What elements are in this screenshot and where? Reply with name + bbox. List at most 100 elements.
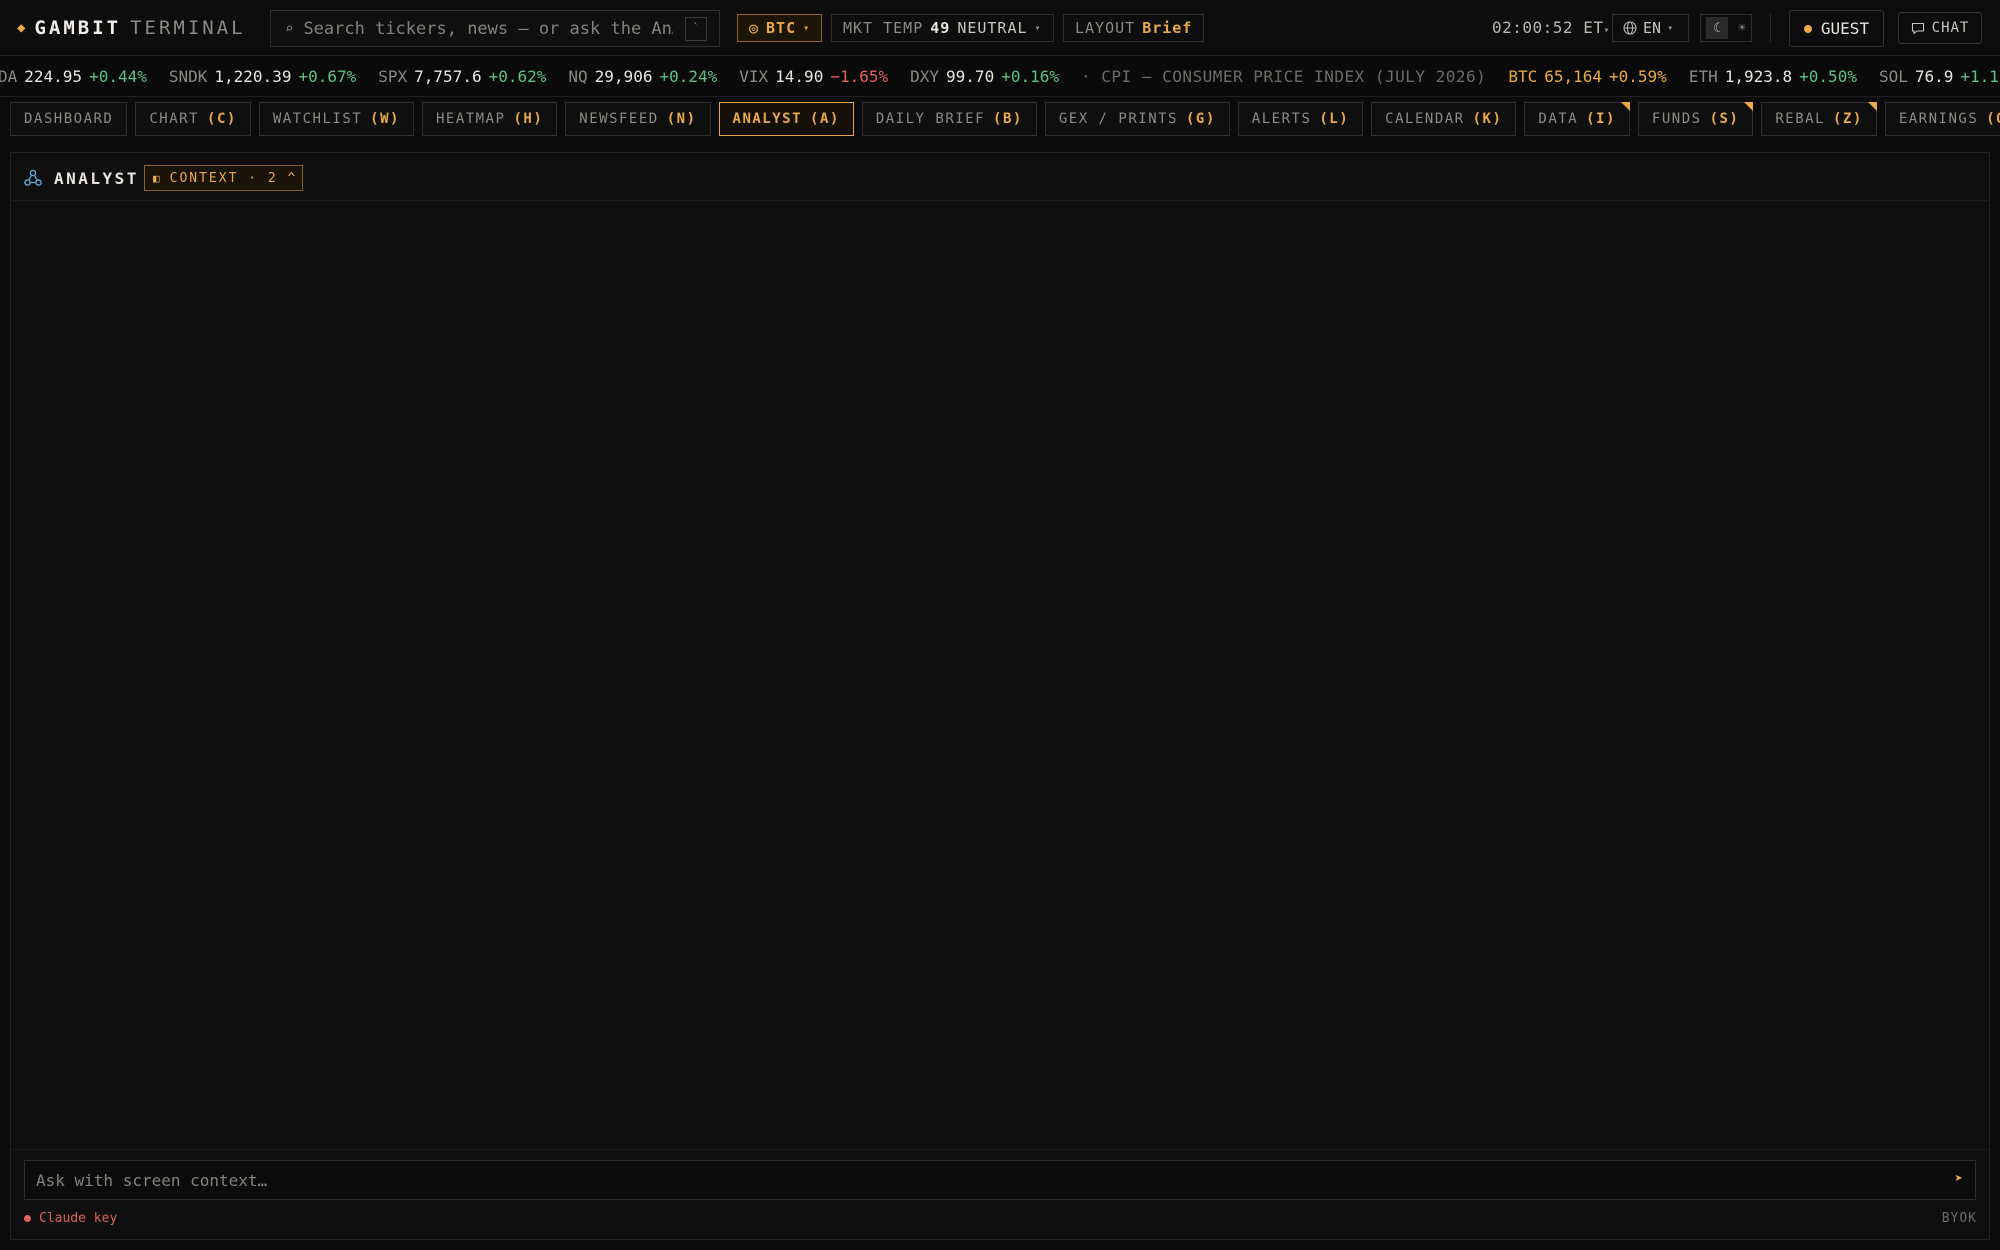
context-label: CONTEXT · 2 ^ <box>169 170 298 186</box>
tab-dashboard[interactable]: DASHBOARD <box>10 102 128 136</box>
chat-label: CHAT <box>1931 20 1970 36</box>
market-temp-state: NEUTRAL <box>957 19 1028 37</box>
chevron-down-icon: ▾ <box>1603 25 1610 36</box>
ticker-price: 7,757.6 <box>414 67 482 86</box>
api-key-label: Claude key <box>39 1211 118 1226</box>
ticker-symbol: SPX <box>378 67 408 86</box>
tab-shortcut: (Z) <box>1833 111 1863 127</box>
moon-icon[interactable]: ☾ <box>1706 17 1729 39</box>
ticker-price: 76.9 <box>1914 67 1954 86</box>
ticker-item[interactable]: VIX 14.90 −1.65% <box>739 67 888 86</box>
divider <box>11 1149 1989 1150</box>
ticker-price: 14.90 <box>775 67 824 86</box>
search-shortcut-key: ` <box>685 17 707 41</box>
market-temp-label: MKT TEMP <box>843 19 924 37</box>
chevron-down-icon: ▾ <box>1034 22 1042 34</box>
search-icon: ⌕ <box>285 20 294 37</box>
theme-toggle[interactable]: ☾ ☀ <box>1700 14 1752 42</box>
ticker-track: DA 224.95 +0.44% SNDK 1,220.39 +0.67% SPX 7,757… <box>0 67 2000 86</box>
ticker-price: 65,164 <box>1544 67 1603 86</box>
ticker-item[interactable]: DA 224.95 +0.44% <box>0 67 147 86</box>
tab-label: CHART <box>149 111 200 127</box>
send-icon[interactable]: ➤ <box>1955 1171 1963 1187</box>
ticker-item[interactable]: SOL 76.9 +1.17% <box>1879 67 2000 86</box>
layout-label: LAYOUT <box>1075 19 1136 37</box>
ticker-change: +0.67% <box>298 67 357 86</box>
ticker-price: 224.95 <box>24 67 83 86</box>
tab-label: HEATMAP <box>435 111 506 127</box>
analyst-panel: ANALYST ◧ CONTEXT · 2 ^ ➤ Claude key BYO… <box>10 152 1990 1240</box>
market-temp-value: 49 <box>930 19 951 37</box>
ticker-change: +0.16% <box>1001 67 1059 86</box>
ticker-change: +1.17% <box>1960 67 2000 86</box>
search-input[interactable] <box>303 18 674 39</box>
tab-label: FUNDS <box>1651 111 1702 127</box>
ticker-item[interactable]: DXY 99.70 +0.16% <box>910 67 1059 86</box>
tab-label: DATA <box>1538 111 1579 127</box>
ticker-symbol: SNDK <box>168 67 208 86</box>
ticker-item[interactable]: BTC 65,164 +0.59% <box>1508 67 1667 86</box>
ticker-news-item[interactable]: · CPI — CONSUMER PRICE INDEX (JULY 2026) <box>1081 67 1486 86</box>
target-icon: ◎ <box>749 19 760 37</box>
layout-value: Brief <box>1142 19 1193 37</box>
brand-logo[interactable]: ◆ GAMBIT TERMINAL <box>17 16 246 40</box>
tab-calendar[interactable]: CALENDAR (K) <box>1371 102 1517 136</box>
ask-box: ➤ <box>24 1160 1976 1200</box>
tab-daily-brief[interactable]: DAILY BRIEF (B) <box>861 102 1037 136</box>
tab-label: DASHBOARD <box>24 111 114 127</box>
clock-selector[interactable]: 02:00:52 ET▾ <box>1492 18 1610 37</box>
tab-shortcut: (W) <box>370 111 400 127</box>
tab-watchlist[interactable]: WATCHLIST (W) <box>258 102 414 136</box>
top-bar: ◆ GAMBIT TERMINAL ⌕ ` ◎ BTC ▾ MKT TEMP 4… <box>0 0 2000 56</box>
byok-label: BYOK <box>1941 1211 1977 1226</box>
context-toggle-button[interactable]: ◧ CONTEXT · 2 ^ <box>144 165 303 191</box>
tab-data[interactable]: DATA (I) <box>1524 102 1630 136</box>
tab-funds[interactable]: FUNDS (S) <box>1637 102 1754 136</box>
layout-selector[interactable]: LAYOUT Brief <box>1063 14 1205 42</box>
tab-newsfeed[interactable]: NEWSFEED (N) <box>565 102 711 136</box>
tab-analyst[interactable]: ANALYST (A) <box>718 102 854 136</box>
tab-label: ALERTS <box>1251 111 1312 127</box>
tab-shortcut: (H) <box>513 111 544 127</box>
network-icon <box>24 169 42 186</box>
tab-chart[interactable]: CHART (C) <box>135 102 251 136</box>
market-temp-selector[interactable]: MKT TEMP 49 NEUTRAL ▾ <box>831 14 1054 42</box>
tab-shortcut: (A) <box>810 111 840 127</box>
tab-rebal[interactable]: REBAL (Z) <box>1761 102 1878 136</box>
language-selector[interactable]: EN ▾ <box>1612 14 1689 42</box>
chevron-down-icon: ▾ <box>1667 22 1674 34</box>
ticker-item[interactable]: NQ 29,906 +0.24% <box>568 67 717 86</box>
tab-label: NEWSFEED <box>579 111 659 127</box>
ticker-change: +0.62% <box>488 67 547 86</box>
tab-gex-prints[interactable]: GEX / PRINTS (G) <box>1044 102 1230 136</box>
api-key-status[interactable]: Claude key <box>24 1211 117 1226</box>
brand-name: GAMBIT <box>34 17 122 39</box>
ticker-change: +0.59% <box>1609 67 1667 86</box>
tab-shortcut: (I) <box>1586 111 1616 127</box>
asset-selector[interactable]: ◎ BTC ▾ <box>737 14 823 42</box>
ticker-item[interactable]: ETH 1,923.8 +0.50% <box>1689 67 1857 86</box>
ask-input[interactable] <box>36 1170 1916 1190</box>
ticker-symbol: DA <box>0 67 18 86</box>
ticker-change: +0.44% <box>89 67 147 86</box>
language-label: EN <box>1643 19 1662 37</box>
chevron-down-icon: ▾ <box>803 22 811 34</box>
asset-label: BTC <box>766 19 797 37</box>
tab-shortcut: (K) <box>1472 111 1503 127</box>
chat-button[interactable]: CHAT <box>1898 12 1982 44</box>
ticker-change: +0.24% <box>659 67 718 86</box>
ticker-item[interactable]: SPX 7,757.6 +0.62% <box>378 67 546 86</box>
guest-button[interactable]: GUEST <box>1789 10 1884 47</box>
tab-alerts[interactable]: ALERTS (L) <box>1237 102 1364 136</box>
tab-shortcut: (C) <box>207 111 237 127</box>
tab-label: DAILY BRIEF <box>875 111 986 127</box>
tab-earnings[interactable]: EARNINGS (Q) <box>1884 102 2000 136</box>
guest-label: GUEST <box>1820 19 1870 38</box>
tab-label: REBAL <box>1775 111 1826 127</box>
tab-heatmap[interactable]: HEATMAP (H) <box>421 102 558 136</box>
ticker-symbol: VIX <box>739 67 769 86</box>
ticker-symbol: NQ <box>568 67 588 86</box>
clock-time: 02:00:52 ET <box>1492 18 1604 37</box>
ticker-item[interactable]: SNDK 1,220.39 +0.67% <box>169 67 356 86</box>
sun-icon[interactable]: ☀ <box>1738 21 1746 36</box>
